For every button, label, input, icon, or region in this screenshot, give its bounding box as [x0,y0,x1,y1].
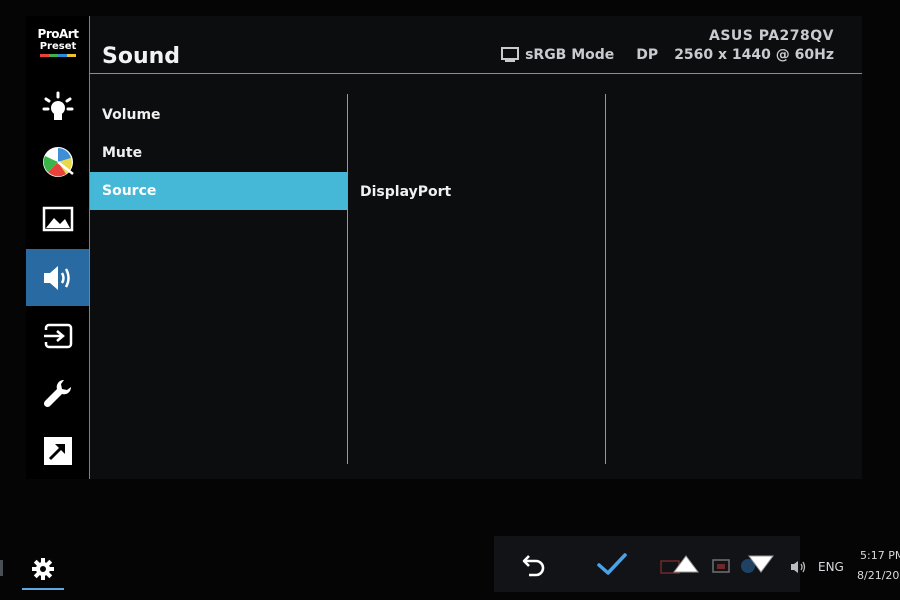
menu-column: Volume Mute Source [90,94,347,464]
preset-logo-text: Preset [39,41,77,52]
osd-header: Sound ASUS PA278QV sRGB Mode DP 2560 x 1… [90,16,862,74]
triangle-down-icon [748,555,774,573]
proart-logo-text: ProArt [37,27,79,41]
sidebar-item-brightness[interactable] [26,78,89,135]
gear-icon [32,558,54,580]
osd-sidebar: ProArt Preset [26,16,90,479]
tray-volume-icon[interactable] [790,559,808,575]
resolution: 2560 x 1440 @ 60Hz [674,47,834,63]
input-port: DP [636,47,659,63]
sidebar-item-color[interactable] [26,133,89,190]
color-mode: sRGB Mode [525,47,615,63]
monitor-icon [501,47,520,62]
column-divider [605,94,606,464]
header-divider [90,73,862,74]
menu-item-volume[interactable]: Volume [90,96,347,134]
wrench-icon [43,379,71,407]
up-button[interactable] [658,536,714,592]
sidebar-item-shortcut[interactable] [26,422,89,479]
status-line: sRGB Mode DP 2560 x 1440 @ 60Hz [501,47,834,63]
confirm-button[interactable] [584,536,640,592]
settings-active-indicator [22,588,64,590]
color-wheel-icon [42,146,74,177]
osd-window: ProArt Preset Sound ASUS PA278QV sRGB Mo… [26,16,862,479]
menu-item-mute[interactable]: Mute [90,134,347,172]
sidebar-item-image[interactable] [26,190,89,247]
checkmark-icon [597,553,627,575]
menu-item-source[interactable]: Source [90,172,347,210]
logo-color-bar [40,54,76,57]
image-icon [42,206,73,231]
proart-preset-button[interactable]: ProArt Preset [26,28,90,68]
monitor-model: ASUS PA278QV [708,28,834,44]
arrow-out-icon [43,436,72,465]
back-arrow-icon [522,555,545,577]
settings-button[interactable] [22,548,64,590]
input-icon [42,323,72,348]
clock-time[interactable]: 5:17 PM [860,549,900,562]
sidebar-item-system-setup[interactable] [26,364,89,421]
back-button[interactable] [506,536,562,592]
submenu-column: DisplayPort [348,94,605,464]
source-option-displayport[interactable]: DisplayPort [360,184,451,200]
sidebar-item-sound[interactable] [26,249,89,306]
sidebar-item-input-select[interactable] [26,307,89,364]
tray-network-icon [712,559,730,573]
down-button[interactable] [733,536,789,592]
triangle-up-icon [673,555,699,573]
page-title: Sound [102,44,181,69]
sun-icon [42,91,73,120]
speaker-icon [43,265,70,290]
taskbar-edge [0,560,3,576]
clock-date[interactable]: 8/21/20 [857,569,899,582]
language-indicator[interactable]: ENG [818,560,844,574]
